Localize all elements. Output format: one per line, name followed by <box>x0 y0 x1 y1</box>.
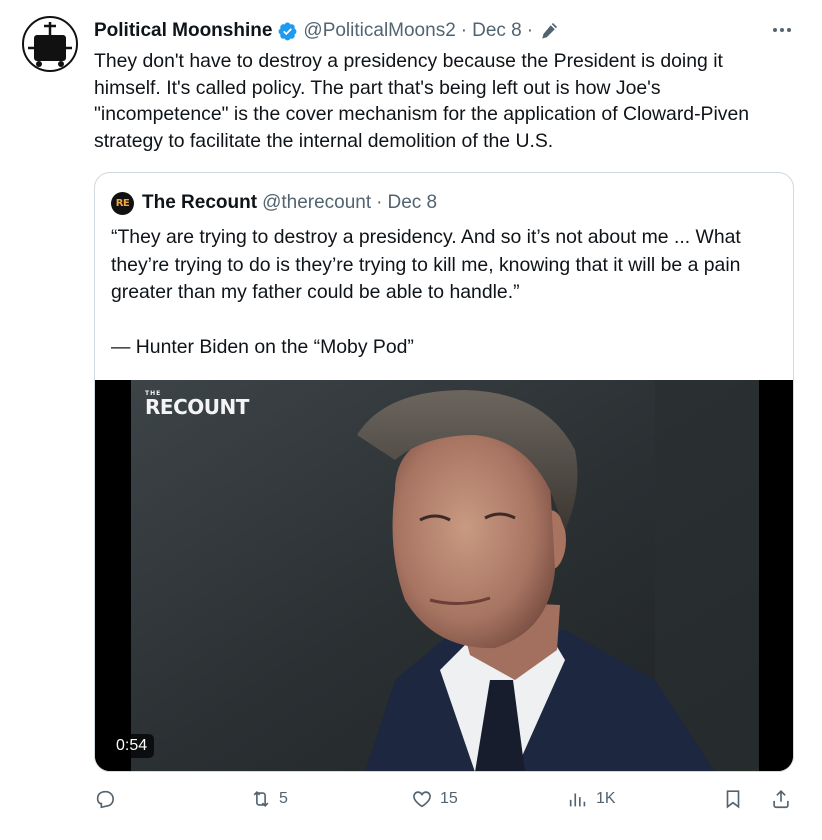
views-icon <box>569 793 586 807</box>
share-icon <box>773 790 789 809</box>
like-count: 15 <box>440 790 458 807</box>
quote-text: “They are trying to destroy a presidency… <box>111 226 741 358</box>
tweet-text: They don't have to destroy a presidency … <box>94 50 750 152</box>
video-thumbnail <box>95 380 793 771</box>
more-icon[interactable] <box>770 18 794 42</box>
retweet-count: 5 <box>279 790 288 807</box>
separator-dot: · <box>460 20 468 41</box>
edit-pencil-icon[interactable] <box>540 22 558 40</box>
video-player[interactable]: THE RECOUNT 0:54 <box>95 380 793 771</box>
quote-header: RE The Recount @therecount · Dec 8 <box>111 190 437 216</box>
reply-icon <box>96 790 114 809</box>
quote-date[interactable]: Dec 8 <box>387 192 437 214</box>
tweet-header: Political Moonshine @PoliticalMoons2 · D… <box>94 18 792 44</box>
separator-dot: · <box>376 192 383 213</box>
like-icon <box>413 791 431 808</box>
reply-button[interactable] <box>94 788 123 810</box>
author-handle[interactable]: @PoliticalMoons2 <box>303 20 455 42</box>
like-button[interactable]: 15 <box>411 788 458 810</box>
views-count: 1K <box>596 790 616 807</box>
views-button[interactable]: 1K <box>567 788 616 810</box>
quoted-tweet[interactable]: RE The Recount @therecount · Dec 8 “They… <box>94 172 794 772</box>
watermark-big: RECOUNT <box>145 395 249 419</box>
retweet-button[interactable]: 5 <box>250 788 288 810</box>
bookmark-button[interactable] <box>722 788 744 810</box>
quote-avatar[interactable]: RE <box>111 191 134 215</box>
author-avatar[interactable] <box>22 16 78 72</box>
tweet-date[interactable]: Dec 8 <box>472 20 522 42</box>
share-button[interactable] <box>770 788 792 810</box>
quote-author-name[interactable]: The Recount <box>142 192 257 214</box>
quote-author-handle[interactable]: @therecount <box>262 192 371 214</box>
bookmark-icon <box>726 790 740 809</box>
separator-dot: · <box>526 20 534 41</box>
recount-watermark: THE RECOUNT <box>145 390 249 419</box>
verified-icon <box>278 22 297 40</box>
author-name[interactable]: Political Moonshine <box>94 20 272 42</box>
video-duration: 0:54 <box>109 734 155 758</box>
retweet-icon <box>253 790 269 808</box>
action-bar: 5 15 1K <box>94 788 804 818</box>
